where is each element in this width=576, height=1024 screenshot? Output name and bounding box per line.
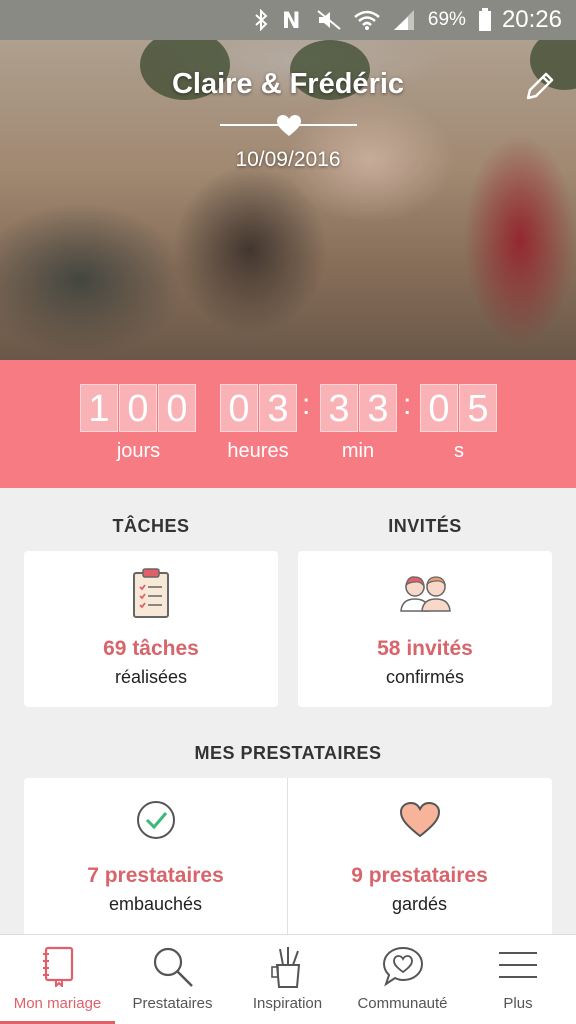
tasks-heading: TÂCHES: [112, 516, 190, 536]
vendors-saved-status: gardés: [391, 894, 448, 914]
vendors-hired-count: 7 prestataires: [87, 864, 224, 887]
clipboard-icon: [133, 568, 169, 618]
search-icon: [153, 947, 193, 987]
countdown-digit: 0: [119, 384, 157, 432]
chat-heart-icon: [382, 946, 423, 987]
nav-prestataires[interactable]: Prestataires: [115, 935, 230, 1024]
bluetooth-icon: [254, 9, 268, 31]
vendors-hired-status: embauchés: [108, 894, 203, 914]
vendors-hired[interactable]: 7 prestataires embauchés: [24, 778, 287, 936]
tasks-count: 69 tâches: [103, 637, 199, 660]
countdown-separator: :: [302, 388, 311, 421]
nav-label: Prestataires: [132, 995, 213, 1012]
status-time: 20:26: [501, 6, 562, 33]
nav-plus[interactable]: Plus: [460, 935, 576, 1024]
heart-icon: [399, 802, 440, 838]
nav-inspiration[interactable]: Inspiration: [230, 935, 345, 1024]
nav-communaute[interactable]: Communauté: [345, 935, 460, 1024]
svg-text:N: N: [282, 9, 300, 31]
vendors-heading: MES PRESTATAIRES: [194, 743, 382, 763]
signal-icon: [392, 9, 416, 31]
guests-status: confirmés: [385, 667, 465, 687]
nav-label: Mon mariage: [13, 995, 102, 1012]
countdown-digit: 0: [220, 384, 258, 432]
couple-photo: Claire & Frédéric 10/09/2016: [0, 40, 576, 360]
guests-count: 58 invités: [377, 637, 473, 660]
countdown-label-seconds: s: [454, 440, 464, 462]
guests-heading: INVITÉS: [388, 516, 462, 536]
countdown-separator: :: [403, 388, 412, 421]
status-bar: N 69% 20:26: [0, 0, 576, 40]
couple-names: Claire & Frédéric: [171, 68, 405, 100]
countdown-digit: 0: [420, 384, 458, 432]
guests-card[interactable]: 58 invités confirmés: [298, 551, 552, 707]
nav-label: Inspiration: [252, 995, 323, 1012]
countdown-digit: 3: [259, 384, 297, 432]
pencil-cup-icon: [270, 947, 300, 988]
battery-percent: 69%: [427, 9, 466, 30]
tasks-card[interactable]: 69 tâches réalisées: [24, 551, 278, 707]
heart-icon: [277, 115, 301, 136]
wedding-countdown: 1 0 0 0 3 : 3 3 : 0 5 jours heures min s: [0, 360, 576, 488]
battery-icon: [478, 8, 492, 32]
nfc-icon: N: [280, 9, 304, 31]
countdown-digit: 5: [459, 384, 497, 432]
mute-icon: [316, 9, 342, 31]
countdown-label-minutes: min: [341, 440, 375, 462]
tasks-status: réalisées: [114, 667, 188, 687]
nav-label: Plus: [503, 995, 533, 1012]
vendors-saved[interactable]: 9 prestataires gardés: [288, 778, 551, 936]
vendors-saved-count: 9 prestataires: [351, 864, 488, 887]
vendors-card: 7 prestataires embauchés 9 prestataires …: [24, 778, 552, 936]
guests-icon: [400, 576, 451, 612]
countdown-label-days: jours: [116, 440, 161, 462]
notebook-icon: [42, 946, 73, 987]
bottom-navigation: Mon mariage Prestataires Inspiration Com…: [0, 934, 576, 1024]
nav-label: Communauté: [357, 995, 448, 1012]
countdown-digit: 3: [359, 384, 397, 432]
check-circle-icon: [136, 801, 175, 839]
countdown-digit: 0: [158, 384, 196, 432]
wedding-date: 10/09/2016: [235, 148, 341, 171]
countdown-digit: 3: [320, 384, 358, 432]
pencil-icon[interactable]: [522, 70, 556, 104]
countdown-label-hours: heures: [227, 440, 289, 462]
menu-icon: [499, 952, 537, 978]
countdown-digit: 1: [80, 384, 118, 432]
wifi-icon: [354, 9, 380, 31]
nav-mon-mariage[interactable]: Mon mariage: [0, 935, 115, 1024]
